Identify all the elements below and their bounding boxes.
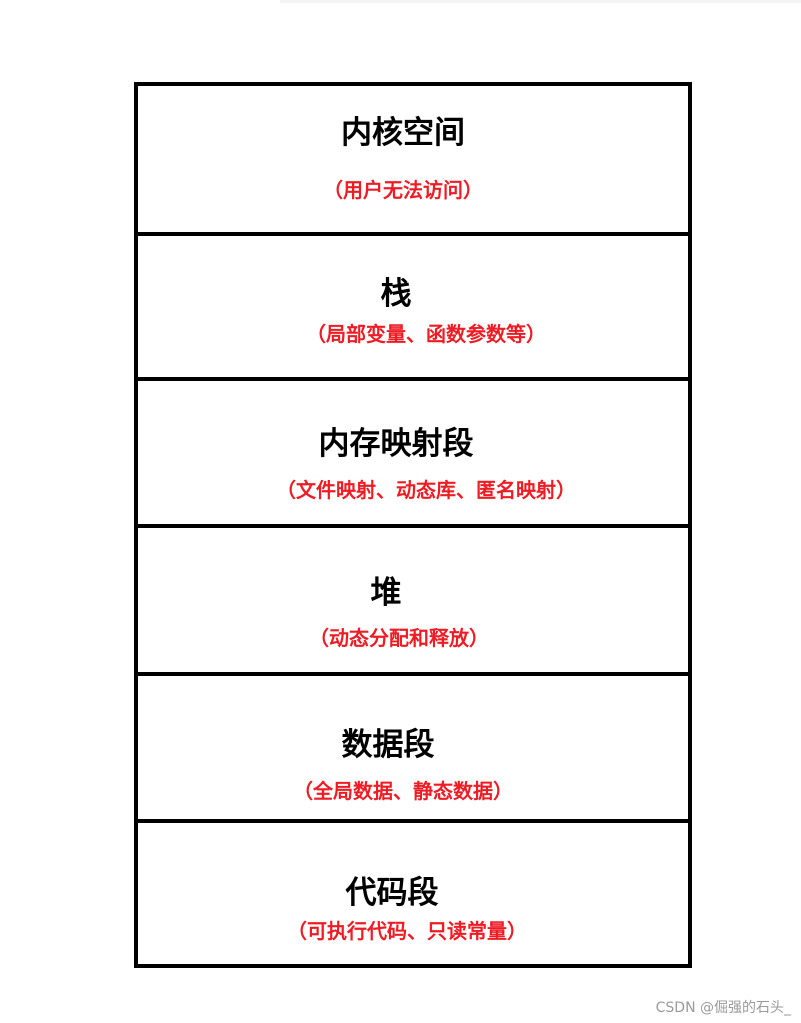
- segment-title: 栈: [380, 276, 412, 312]
- segment-description: （用户无法访问）: [323, 178, 483, 202]
- segment-memory-mapping: 内存映射段 （文件映射、动态库、匿名映射）: [138, 377, 688, 524]
- segment-description: （可执行代码、只读常量）: [287, 919, 527, 943]
- segment-description: （全局数据、静态数据）: [293, 779, 513, 803]
- segment-description: （文件映射、动态库、匿名映射）: [276, 478, 576, 502]
- csdn-watermark: CSDN @倔强的石头_: [655, 1000, 791, 1016]
- segment-data: 数据段 （全局数据、静态数据）: [138, 672, 688, 819]
- segment-title: 内核空间: [341, 115, 465, 151]
- top-divider-strip: [280, 0, 801, 3]
- segment-title: 数据段: [341, 727, 435, 763]
- segment-title: 内存映射段: [318, 426, 474, 462]
- segment-description: （局部变量、函数参数等）: [306, 322, 546, 346]
- segment-title: 代码段: [345, 875, 439, 911]
- segment-description: （动态分配和释放）: [309, 626, 489, 650]
- segment-kernel-space: 内核空间 （用户无法访问）: [138, 86, 688, 232]
- segment-code: 代码段 （可执行代码、只读常量）: [138, 819, 688, 964]
- memory-layout-diagram: 内核空间 （用户无法访问） 栈 （局部变量、函数参数等） 内存映射段 （文件映射…: [134, 82, 692, 968]
- segment-title: 堆: [370, 575, 402, 611]
- segment-heap: 堆 （动态分配和释放）: [138, 524, 688, 672]
- segment-stack: 栈 （局部变量、函数参数等）: [138, 232, 688, 377]
